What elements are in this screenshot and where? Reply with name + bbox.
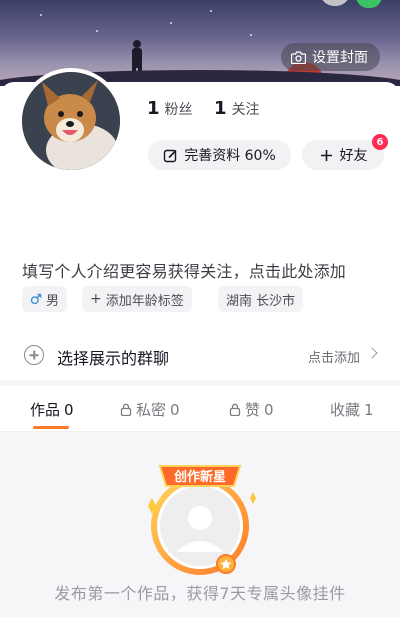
- emblem-label: 创作新星: [173, 469, 226, 485]
- following-count: 1: [214, 98, 227, 119]
- plus-icon: +: [90, 291, 102, 307]
- male-icon: [30, 293, 42, 305]
- active-tab-indicator: [33, 426, 69, 429]
- complete-profile-label: 完善资料 60%: [184, 148, 276, 164]
- friends-badge: 6: [372, 134, 388, 150]
- group-chat-row[interactable]: 选择展示的群聊 点击添加: [0, 336, 400, 376]
- tab-works-label: 作品: [30, 401, 61, 419]
- avatar[interactable]: [18, 68, 124, 174]
- edit-icon: [164, 149, 177, 162]
- star-decoration: [96, 30, 98, 32]
- star-decoration: [40, 14, 42, 16]
- set-cover-button[interactable]: 设置封面: [281, 43, 380, 71]
- location-tag[interactable]: 湖南 长沙市: [218, 286, 304, 312]
- lock-icon: [120, 403, 132, 416]
- star-decoration: [250, 34, 252, 36]
- content-tabs: 作品 0 私密 0 赞 0 收藏 1: [0, 386, 400, 432]
- lock-icon: [229, 403, 241, 416]
- gender-tag[interactable]: 男: [22, 286, 68, 312]
- empty-state-message: 发布第一个作品，获得7天专属头像挂件: [54, 584, 346, 603]
- overlay-button-gray: [320, 0, 350, 6]
- tab-private-label: 私密: [136, 401, 167, 419]
- creator-star-frame[interactable]: 创作新星: [138, 452, 262, 582]
- dog-avatar-illustration: [22, 72, 120, 170]
- add-age-label: 添加年龄标签: [105, 293, 184, 309]
- complete-profile-button[interactable]: 完善资料 60%: [148, 140, 291, 170]
- tab-favorites-label: 收藏: [330, 401, 361, 419]
- plus-icon: [320, 149, 332, 161]
- works-empty-state: 创作新星 发布第一个作品，获得7天专属头像挂件: [0, 432, 400, 617]
- set-cover-label: 设置封面: [312, 50, 368, 66]
- tab-favorites-count: 1: [364, 400, 374, 419]
- friends-button[interactable]: 好友 6: [302, 134, 388, 170]
- tab-private-count: 0: [170, 400, 180, 419]
- bio-placeholder[interactable]: 填写个人介绍更容易获得关注，点击此处添加: [22, 258, 346, 282]
- following-stat[interactable]: 1 关注: [214, 98, 260, 119]
- location-label: 湖南 长沙市: [226, 293, 296, 309]
- star-decoration: [170, 22, 172, 24]
- followers-stat[interactable]: 1 粉丝: [147, 98, 193, 119]
- followers-count: 1: [147, 98, 160, 119]
- add-circle-icon: [24, 345, 44, 365]
- add-age-tag[interactable]: + 添加年龄标签: [82, 286, 192, 312]
- followers-label: 粉丝: [164, 102, 193, 118]
- gender-label: 男: [46, 293, 60, 309]
- tab-favorites[interactable]: 收藏 1: [330, 399, 374, 420]
- avatar-image: [22, 72, 120, 170]
- following-label: 关注: [231, 102, 260, 118]
- group-chat-action[interactable]: 点击添加: [308, 347, 360, 366]
- camera-icon: [291, 50, 306, 64]
- tab-likes-count: 0: [264, 400, 274, 419]
- group-chat-title: 选择展示的群聊: [57, 349, 170, 368]
- tab-works-count: 0: [64, 400, 74, 419]
- overlay-button-green: [356, 0, 382, 8]
- star-decoration: [210, 10, 212, 12]
- tab-works[interactable]: 作品 0: [30, 399, 74, 420]
- chevron-right-icon: [366, 347, 378, 359]
- friends-label: 好友: [339, 148, 368, 164]
- tab-private[interactable]: 私密 0: [120, 399, 180, 420]
- tab-likes-label: 赞: [245, 401, 261, 419]
- tab-likes[interactable]: 赞 0: [229, 399, 274, 420]
